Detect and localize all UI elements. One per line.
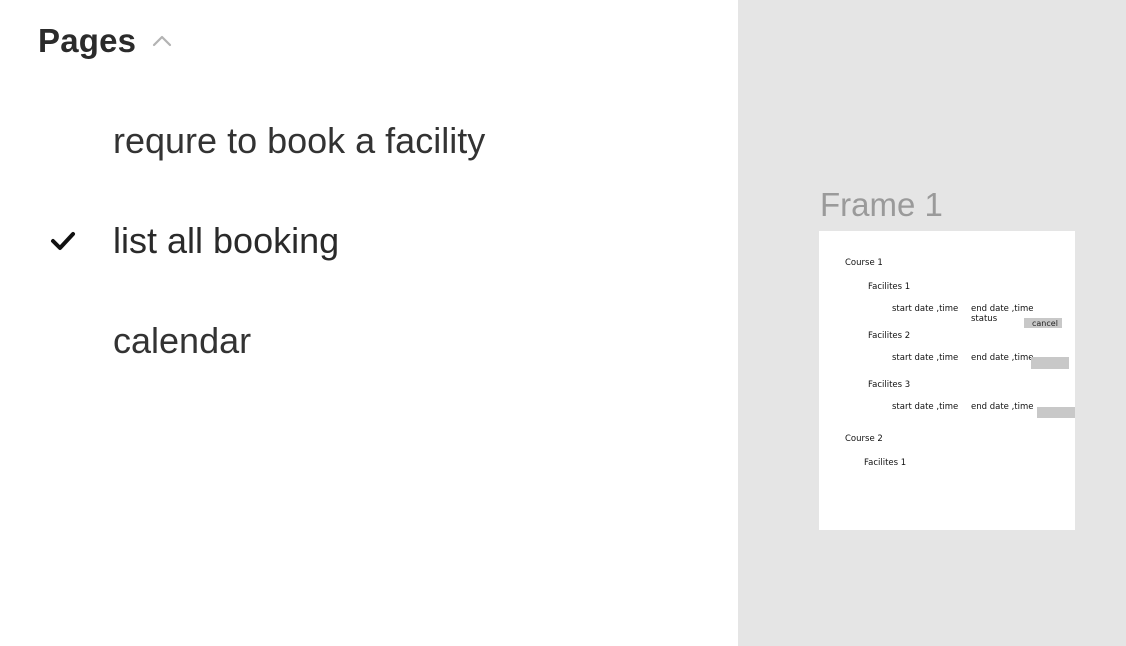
page-item-label: requre to book a facility bbox=[113, 120, 486, 161]
course-title: Course 1 bbox=[845, 258, 883, 268]
start-datetime-text: start date ,time bbox=[892, 353, 959, 363]
start-datetime-text: start date ,time bbox=[892, 304, 959, 314]
page-item-calendar[interactable]: calendar bbox=[0, 292, 738, 392]
cancel-button-placeholder bbox=[1037, 407, 1075, 418]
pages-title: Pages bbox=[38, 22, 137, 59]
page-item-label: calendar bbox=[113, 320, 252, 361]
cancel-button: cancel bbox=[1024, 318, 1062, 328]
course-title: Course 2 bbox=[845, 434, 883, 444]
canvas[interactable]: Frame 1 Course 1 Facilites 1 start date … bbox=[738, 0, 1126, 646]
pages-header-toggle[interactable]: Pages bbox=[38, 22, 174, 60]
figma-workspace: Pages requre to book a facility list all… bbox=[0, 0, 1126, 646]
status-text: status bbox=[971, 314, 998, 324]
end-datetime-text: end date ,time bbox=[971, 353, 1034, 363]
chevron-up-icon[interactable] bbox=[150, 29, 174, 53]
page-list: requre to book a facility list all booki… bbox=[0, 92, 738, 392]
frame-label[interactable]: Frame 1 bbox=[820, 186, 943, 224]
facility-title: Facilites 3 bbox=[868, 380, 911, 390]
cancel-button-placeholder bbox=[1031, 357, 1069, 369]
facility-title: Facilites 1 bbox=[868, 282, 911, 292]
facility-title: Facilites 1 bbox=[864, 458, 907, 468]
cancel-button-label: cancel bbox=[1032, 319, 1058, 328]
page-item-requre-to-book-a-facility[interactable]: requre to book a facility bbox=[0, 92, 738, 192]
check-icon bbox=[50, 228, 76, 254]
page-item-list-all-booking[interactable]: list all booking bbox=[0, 192, 738, 292]
frame-1-thumbnail[interactable]: Course 1 Facilites 1 start date ,time en… bbox=[819, 231, 1075, 530]
page-item-label: list all booking bbox=[113, 220, 340, 261]
start-datetime-text: start date ,time bbox=[892, 402, 959, 412]
facility-title: Facilites 2 bbox=[868, 331, 911, 341]
end-datetime-text: end date ,time bbox=[971, 402, 1034, 412]
pages-panel: Pages requre to book a facility list all… bbox=[0, 0, 738, 646]
end-datetime-text: end date ,time bbox=[971, 304, 1034, 314]
